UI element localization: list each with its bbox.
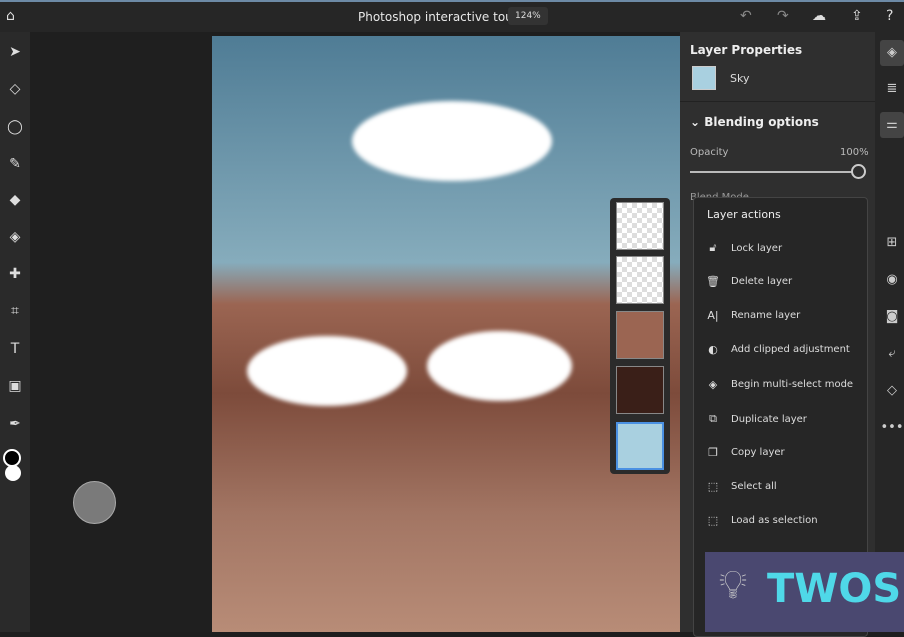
layers-icon[interactable]: ◈ (880, 40, 904, 66)
transform-icon[interactable]: ◇ (3, 77, 27, 101)
opacity-slider[interactable] (690, 171, 852, 173)
layer-stack-icon[interactable]: ≣ (880, 76, 904, 102)
menu-item-rename-layer[interactable]: A| Rename layer (706, 309, 800, 322)
lock-icon: 🔓︎ (709, 241, 717, 254)
canvas-area (30, 32, 212, 632)
menu-item-select-all[interactable]: ⬚ Select all (706, 480, 777, 493)
menu-item-copy-layer[interactable]: ❐ Copy layer (706, 446, 785, 459)
layer-name: Sky (730, 72, 750, 85)
layer-thumb[interactable] (616, 256, 664, 304)
brush-icon[interactable]: ✎ (3, 152, 27, 176)
visibility-icon[interactable]: ◉ (880, 267, 904, 293)
layer-thumb[interactable] (616, 366, 664, 414)
mask-icon[interactable]: ◙ (880, 304, 904, 330)
background-color[interactable] (5, 465, 21, 481)
help-icon[interactable]: ? (886, 8, 893, 24)
watermark-logo: 💡︎ TWOS (705, 552, 904, 632)
eyedropper-icon[interactable]: ✒ (3, 412, 27, 436)
adjustment-icon: ◐ (708, 343, 718, 356)
move-icon[interactable]: ➤ (3, 40, 27, 64)
foreground-color[interactable] (3, 449, 21, 467)
watermark-text: TWOS (767, 566, 902, 612)
top-bar: ⌂ Photoshop interactive tour 124% ↶ ↷ ☁ … (0, 0, 904, 32)
select-icon: ⬚ (707, 480, 719, 493)
chevron-down-icon: ⌄ (690, 115, 705, 129)
trash-icon: 🗑︎ (706, 275, 720, 288)
layer-thumb[interactable] (616, 202, 664, 250)
add-layer-icon[interactable]: ⊞ (880, 230, 904, 256)
menu-item-load-as-selection[interactable]: ⬚ Load as selection (706, 514, 818, 527)
document-title: Photoshop interactive tour (358, 10, 518, 24)
undo-icon[interactable]: ↶ (740, 8, 752, 24)
cloud-icon[interactable]: ☁ (812, 8, 826, 24)
menu-item-add-clipped-adjustment[interactable]: ◐ Add clipped adjustment (706, 343, 850, 356)
healing-icon[interactable]: ✚ (3, 262, 27, 286)
opacity-label: Opacity (690, 147, 729, 158)
duplicate-icon: ⧉ (709, 412, 717, 425)
adjustments-icon[interactable]: ⚌ (880, 112, 904, 138)
more-icon[interactable]: ••• (880, 415, 904, 441)
selection-icon: ⬚ (707, 514, 719, 527)
type-icon[interactable]: T (3, 337, 27, 361)
eraser-icon[interactable]: ◆ (3, 188, 27, 212)
zoom-level[interactable]: 124% (508, 7, 548, 25)
panel-title: Layer Properties (690, 43, 803, 57)
menu-item-delete-layer[interactable]: 🗑︎ Delete layer (706, 275, 792, 288)
lasso-icon[interactable]: ◯ (3, 115, 27, 139)
layers-icon: ◈ (708, 378, 718, 391)
menu-item-lock-layer[interactable]: 🔓︎ Lock layer (706, 241, 782, 255)
menu-title: Layer actions (707, 208, 781, 221)
layer-thumb-selected[interactable] (616, 422, 664, 470)
eraser-layer-icon[interactable]: ◇ (880, 378, 904, 404)
redo-icon[interactable]: ↷ (777, 8, 789, 24)
opacity-value: 100% (840, 147, 869, 158)
opacity-slider-handle[interactable] (851, 164, 866, 179)
blending-options-header[interactable]: ⌄ Blending options (690, 115, 819, 129)
lightbulb-icon: 💡︎ (719, 562, 747, 608)
touch-shortcut-button[interactable] (73, 481, 116, 524)
fill-icon[interactable]: ◈ (3, 225, 27, 249)
right-panel-tabs: ◈ ≣ ⚌ ⊞ ◉ ◙ ⤶ ◇ ••• (875, 32, 904, 632)
image-icon[interactable]: ▣ (3, 374, 27, 398)
layer-thumbnail (692, 66, 716, 90)
home-icon[interactable]: ⌂ (6, 8, 15, 24)
menu-item-duplicate-layer[interactable]: ⧉ Duplicate layer (706, 412, 807, 426)
copy-icon: ❐ (708, 446, 718, 459)
layers-strip (610, 198, 670, 474)
clip-icon[interactable]: ⤶ (880, 341, 904, 367)
menu-item-multi-select[interactable]: ◈ Begin multi-select mode (706, 378, 853, 391)
rename-icon: A| (707, 309, 719, 322)
share-icon[interactable]: ⇪ (851, 8, 863, 24)
layer-thumb[interactable] (616, 311, 664, 359)
tool-bar: ➤ ◇ ◯ ✎ ◆ ◈ ✚ ⌗ T ▣ ✒ (0, 32, 30, 632)
crop-icon[interactable]: ⌗ (3, 299, 27, 323)
